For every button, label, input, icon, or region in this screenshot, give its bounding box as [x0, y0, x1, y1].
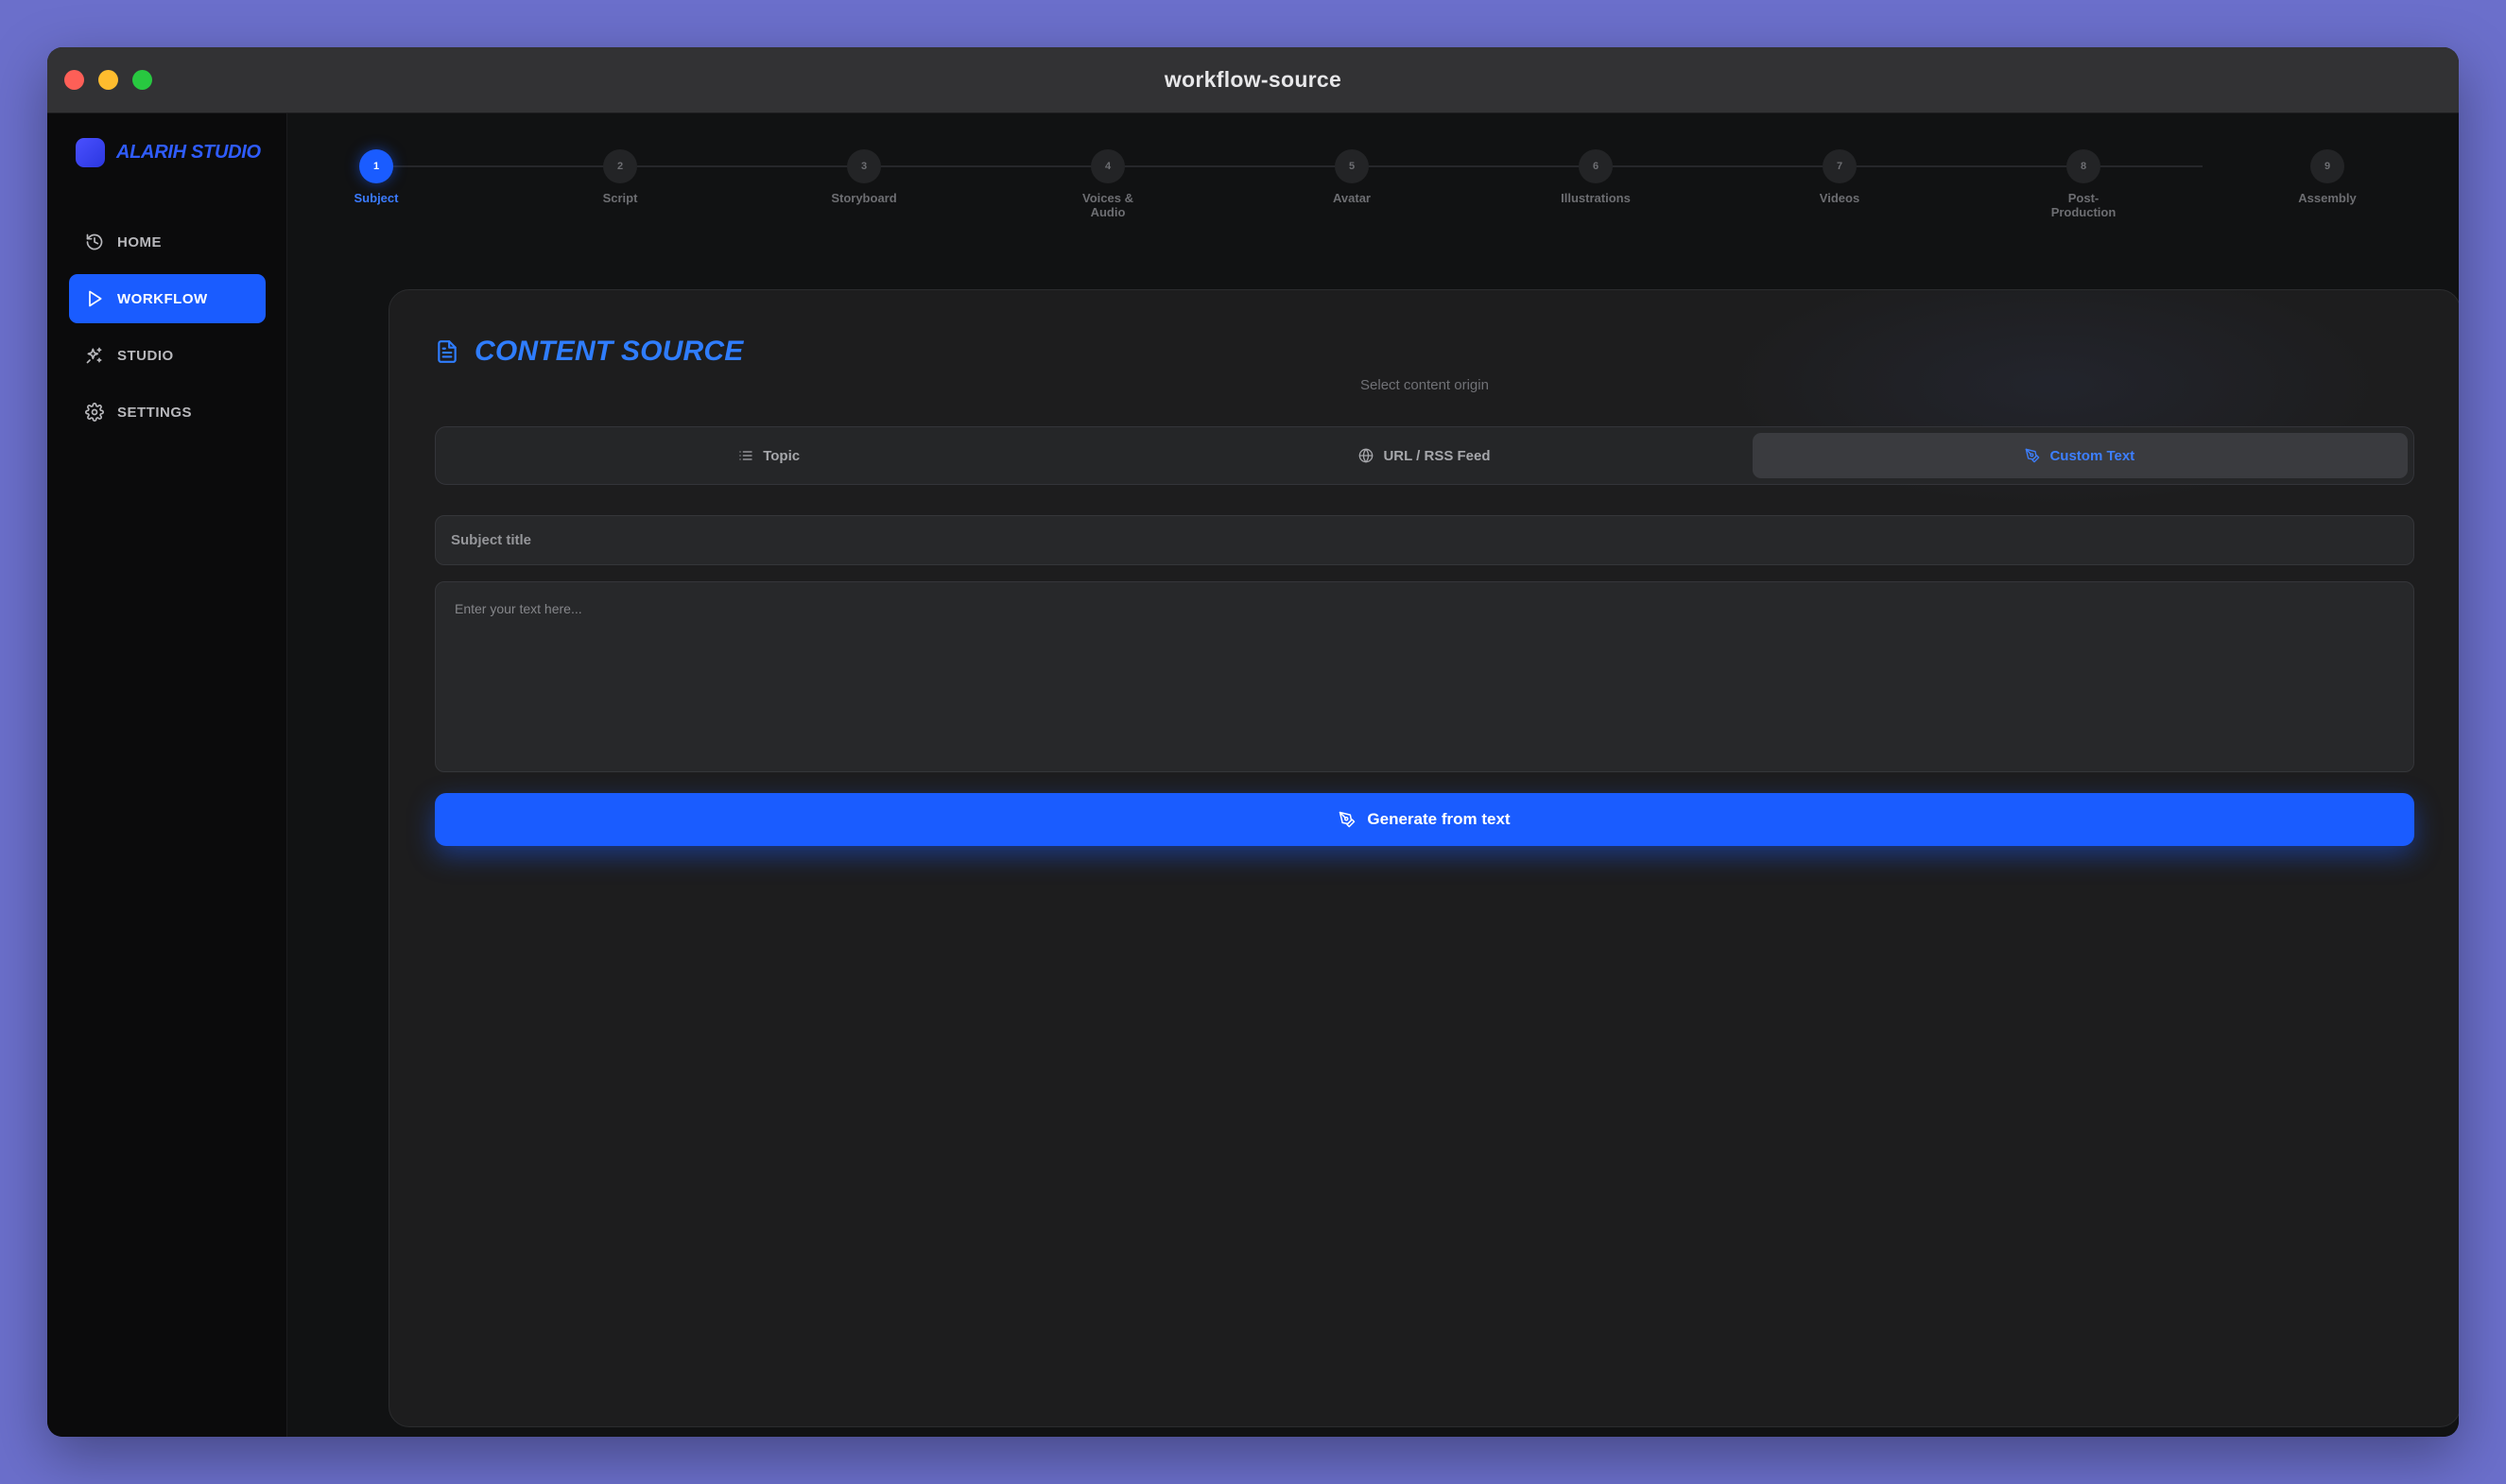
step-label: Avatar	[1333, 191, 1371, 205]
step-videos[interactable]: 7 Videos	[1773, 147, 1906, 205]
step-post-production[interactable]: 8 Post-Production	[2017, 147, 2150, 219]
sidebar-item-label: WORKFLOW	[117, 290, 208, 307]
window-title: workflow-source	[1164, 67, 1342, 92]
step-label: Assembly	[2298, 191, 2357, 205]
minimize-window-button[interactable]	[98, 70, 118, 90]
sidebar-nav: HOME WORKFLOW STUDIO SETTINGS	[69, 217, 266, 444]
step-label: Post-Production	[2050, 191, 2117, 219]
card-subtitle: Select content origin	[1360, 377, 1489, 393]
step-number: 8	[2066, 149, 2100, 183]
step-number: 9	[2310, 149, 2344, 183]
sidebar-item-settings[interactable]: SETTINGS	[69, 388, 266, 437]
step-number: 7	[1823, 149, 1857, 183]
workflow-stepper: 1 Subject 2 Script 3 Storyboard 4 Voices…	[354, 147, 2357, 242]
brand-logo	[76, 138, 105, 167]
step-number: 5	[1335, 149, 1369, 183]
step-label: Videos	[1819, 191, 1860, 205]
sidebar-item-label: HOME	[117, 233, 162, 250]
tab-label: URL / RSS Feed	[1383, 447, 1491, 464]
maximize-window-button[interactable]	[132, 70, 152, 90]
step-label: Illustrations	[1561, 191, 1631, 205]
history-icon	[86, 233, 103, 250]
title-bar: workflow-source	[47, 47, 2459, 113]
step-voices-audio[interactable]: 4 Voices & Audio	[1042, 147, 1174, 219]
sidebar-item-studio[interactable]: STUDIO	[69, 331, 266, 380]
step-script[interactable]: 2 Script	[554, 147, 686, 205]
window-controls	[64, 70, 152, 90]
step-label: Subject	[354, 191, 399, 205]
sidebar-item-home[interactable]: HOME	[69, 217, 266, 267]
step-number: 2	[603, 149, 637, 183]
step-label: Script	[602, 191, 638, 205]
tab-custom-text[interactable]: Custom Text	[1752, 433, 2408, 478]
page-title: CONTENT SOURCE	[475, 336, 744, 367]
step-number: 4	[1091, 149, 1125, 183]
step-number: 6	[1579, 149, 1613, 183]
globe-icon	[1359, 448, 1374, 463]
play-icon	[89, 290, 102, 307]
file-text-icon	[438, 340, 457, 363]
step-number: 1	[359, 149, 393, 183]
step-label: Voices & Audio	[1082, 191, 1133, 219]
tab-label: Topic	[763, 447, 801, 464]
brand-name: ALARIH STUDIO	[116, 142, 261, 163]
step-subject[interactable]: 1 Subject	[310, 147, 442, 205]
sidebar-item-label: STUDIO	[117, 347, 174, 364]
tab-label: Custom Text	[2049, 447, 2135, 464]
gear-icon	[85, 403, 104, 422]
subject-title-input[interactable]	[435, 515, 2414, 565]
content-source-card: CONTENT SOURCE Select content origin Top…	[389, 289, 2459, 1427]
tab-url-rss-feed[interactable]: URL / RSS Feed	[1097, 433, 1752, 478]
card-header: CONTENT SOURCE	[435, 336, 743, 368]
step-number: 3	[847, 149, 881, 183]
pen-tool-icon	[1339, 811, 1356, 828]
app-window: workflow-source ALARIH STUDIO HOME WORKF…	[47, 47, 2459, 1437]
step-illustrations[interactable]: 6 Illustrations	[1530, 147, 1662, 205]
step-label: Storyboard	[831, 191, 897, 205]
sidebar-item-workflow[interactable]: WORKFLOW	[69, 274, 266, 323]
step-storyboard[interactable]: 3 Storyboard	[798, 147, 930, 205]
step-assembly[interactable]: 9 Assembly	[2261, 147, 2394, 205]
brand[interactable]: ALARIH STUDIO	[76, 138, 261, 167]
list-icon	[739, 451, 752, 460]
generate-button-label: Generate from text	[1367, 810, 1511, 828]
generate-from-text-button[interactable]: Generate from text	[435, 793, 2414, 846]
pen-tool-icon	[2026, 448, 2040, 463]
sidebar: ALARIH STUDIO HOME WORKFLOW STUDIO SETTI…	[47, 113, 287, 1437]
custom-text-input[interactable]	[435, 581, 2414, 772]
step-avatar[interactable]: 5 Avatar	[1286, 147, 1418, 205]
sparkles-icon	[86, 347, 102, 364]
tab-topic[interactable]: Topic	[441, 433, 1097, 478]
source-tabs: Topic URL / RSS Feed Custom Text	[435, 426, 2414, 485]
sidebar-item-label: SETTINGS	[117, 404, 193, 421]
close-window-button[interactable]	[64, 70, 84, 90]
main-content: 1 Subject 2 Script 3 Storyboard 4 Voices…	[287, 113, 2459, 1437]
